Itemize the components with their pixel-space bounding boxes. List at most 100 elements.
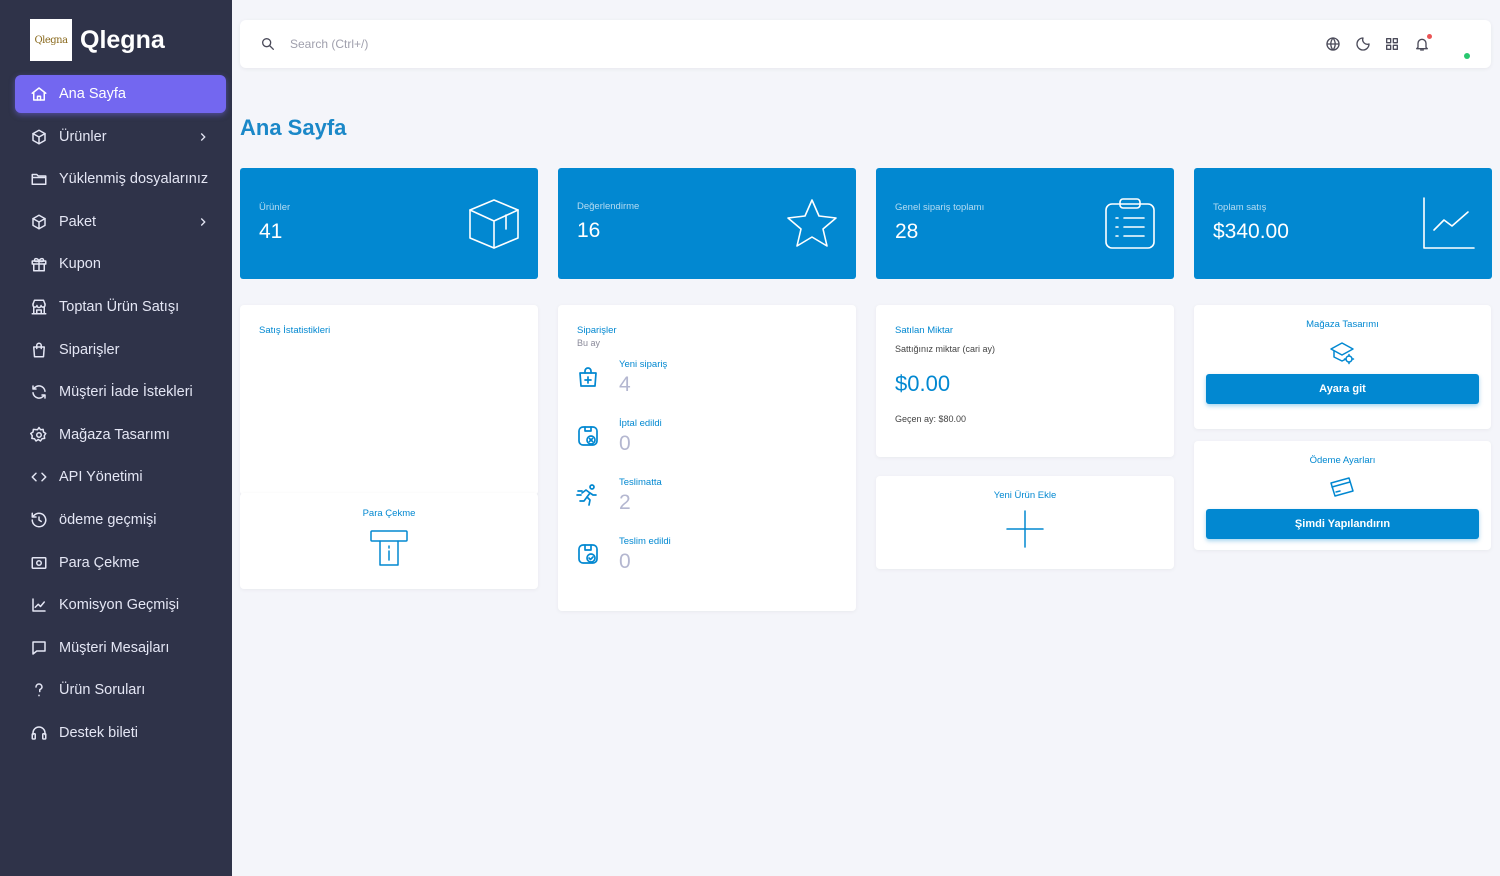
card-title: Para Çekme xyxy=(362,508,416,519)
withdraw-card[interactable]: Para Çekme xyxy=(240,493,538,589)
search-icon[interactable] xyxy=(260,36,276,52)
stat-card-total-sales[interactable]: Toplam satış $340.00 xyxy=(1194,168,1492,279)
home-icon xyxy=(30,85,48,103)
order-row-cancelled[interactable]: İptal edildi 0 xyxy=(576,418,826,474)
sidebar-item-siparisler[interactable]: Siparişler xyxy=(15,331,226,369)
configure-now-button[interactable]: Şimdi Yapılandırın xyxy=(1206,509,1479,539)
moon-icon[interactable] xyxy=(1355,36,1371,52)
sidebar-item-musteri-iade-istekleri[interactable]: Müşteri İade İstekleri xyxy=(15,373,226,411)
sales-statistics-card: Satış İstatistikleri xyxy=(240,305,538,495)
order-value: 2 xyxy=(619,491,631,514)
question-icon xyxy=(30,681,48,699)
stat-label: Genel sipariş toplamı xyxy=(895,202,985,213)
refresh-icon xyxy=(30,383,48,401)
sidebar-item-magaza-tasarimi[interactable]: Mağaza Tasarımı xyxy=(15,416,226,454)
apps-grid-icon[interactable] xyxy=(1384,36,1400,52)
history-icon xyxy=(30,511,48,529)
sidebar-item-label: Toptan Ürün Satışı xyxy=(59,298,180,315)
headset-icon xyxy=(30,724,48,742)
stat-card-order-total[interactable]: Genel sipariş toplamı 28 xyxy=(876,168,1174,279)
language-icon[interactable] xyxy=(1325,36,1341,52)
sidebar-item-toptan-urun-satisi[interactable]: Toptan Ürün Satışı xyxy=(15,288,226,326)
package-check-icon xyxy=(576,542,600,566)
chevron-right-icon xyxy=(196,130,210,144)
sidebar-item-label: Kupon xyxy=(59,256,101,273)
topbar xyxy=(240,20,1491,68)
brand[interactable]: Qlegna Qlegna xyxy=(30,19,165,61)
card-title: Yeni Ürün Ekle xyxy=(993,490,1057,501)
store-design-card: Mağaza Tasarımı Ayara git xyxy=(1194,305,1491,429)
box-icon xyxy=(30,213,48,231)
sidebar-item-odeme-gecmisi[interactable]: ödeme geçmişi xyxy=(15,501,226,539)
card-subtitle: Sattığınız miktar (cari ay) xyxy=(895,344,996,354)
stat-card-reviews[interactable]: Değerlendirme 16 xyxy=(558,168,856,279)
order-row-new[interactable]: Yeni sipariş 4 xyxy=(576,359,826,415)
sidebar-item-api-yonetimi[interactable]: API Yönetimi xyxy=(15,458,226,496)
chart-line-icon xyxy=(30,596,48,614)
sidebar-item-label: Siparişler xyxy=(59,341,120,358)
sidebar-item-label: Ürün Soruları xyxy=(59,682,146,699)
card-title: Siparişler xyxy=(577,325,617,336)
sidebar-item-label: Yüklenmiş dosyalarınız xyxy=(59,171,209,188)
sidebar-item-label: Mağaza Tasarımı xyxy=(59,426,170,443)
stat-label: Ürünler xyxy=(259,202,291,213)
sidebar-item-yuklenmis-dosyalar[interactable]: Yüklenmiş dosyalarınız xyxy=(15,160,226,198)
stat-value: $340.00 xyxy=(1213,220,1289,243)
bell-icon[interactable] xyxy=(1414,34,1432,52)
sidebar-item-label: Müşteri İade İstekleri xyxy=(59,384,193,401)
bag-plus-icon xyxy=(576,365,600,389)
stat-value: 28 xyxy=(895,220,919,243)
building-store-icon xyxy=(30,298,48,316)
order-label: İptal edildi xyxy=(619,418,662,429)
sidebar-item-komisyon-gecmisi[interactable]: Komisyon Geçmişi xyxy=(15,586,226,624)
sidebar-nav: Ana Sayfa Ürünler Yüklenmiş dosyalarınız… xyxy=(15,75,226,757)
new-product-card[interactable]: Yeni Ürün Ekle xyxy=(876,476,1174,569)
shopping-bag-icon xyxy=(30,341,48,359)
card-title: Mağaza Tasarımı xyxy=(1306,319,1379,330)
brand-logo: Qlegna xyxy=(30,19,72,61)
sold-amount-value: $0.00 xyxy=(895,371,951,396)
orders-card: Siparişler Bu ay Yeni sipariş 4 İptal ed… xyxy=(558,305,856,611)
order-row-delivered[interactable]: Teslim edildi 0 xyxy=(576,536,826,592)
online-status-dot[interactable] xyxy=(1464,53,1470,59)
cash-icon xyxy=(30,554,48,572)
sidebar-item-urunler[interactable]: Ürünler xyxy=(15,118,226,156)
last-month-amount: Geçen ay: $80.00 xyxy=(895,414,967,424)
sidebar-item-label: API Yönetimi xyxy=(59,469,143,486)
sidebar-item-urun-sorulari[interactable]: Ürün Soruları xyxy=(15,671,226,709)
gift-icon xyxy=(30,255,48,273)
sidebar-item-label: Destek bileti xyxy=(59,724,138,741)
clipboard-list-icon xyxy=(1102,196,1158,252)
folder-icon xyxy=(30,170,48,188)
go-to-settings-button[interactable]: Ayara git xyxy=(1206,374,1479,404)
box-icon xyxy=(30,128,48,146)
sidebar-item-label: Komisyon Geçmişi xyxy=(59,597,180,614)
sidebar-item-label: Müşteri Mesajları xyxy=(59,639,170,656)
card-title: Satılan Miktar xyxy=(895,325,954,336)
sidebar-item-label: Ürünler xyxy=(59,128,107,145)
sidebar-item-musteri-mesajlari[interactable]: Müşteri Mesajları xyxy=(15,629,226,667)
brand-name: Qlegna xyxy=(80,25,165,54)
order-row-in-delivery[interactable]: Teslimatta 2 xyxy=(576,477,826,533)
notification-dot xyxy=(1427,34,1432,39)
sidebar-item-para-cekme[interactable]: Para Çekme xyxy=(15,544,226,582)
stat-label: Toplam satış xyxy=(1213,202,1267,213)
sidebar-item-label: Para Çekme xyxy=(59,554,140,571)
sidebar-item-destek-bileti[interactable]: Destek bileti xyxy=(15,714,226,752)
sidebar-item-label: Paket xyxy=(59,213,97,230)
running-icon xyxy=(576,483,600,507)
sidebar: Qlegna Qlegna Ana Sayfa Ürünler Yüklenmi… xyxy=(0,0,232,876)
sidebar-item-paket[interactable]: Paket xyxy=(15,203,226,241)
credit-card-icon xyxy=(1328,475,1356,501)
search-input[interactable] xyxy=(290,34,690,54)
stat-card-products[interactable]: Ürünler 41 xyxy=(240,168,538,279)
cancel-icon xyxy=(576,424,600,448)
order-label: Teslimatta xyxy=(619,477,662,488)
sidebar-item-kupon[interactable]: Kupon xyxy=(15,245,226,283)
sidebar-item-label: Ana Sayfa xyxy=(59,86,126,102)
card-title: Ödeme Ayarları xyxy=(1309,455,1376,466)
sidebar-item-ana-sayfa[interactable]: Ana Sayfa xyxy=(15,75,226,113)
order-label: Yeni sipariş xyxy=(619,359,668,370)
atm-withdraw-icon xyxy=(369,528,409,568)
code-icon xyxy=(30,468,48,486)
